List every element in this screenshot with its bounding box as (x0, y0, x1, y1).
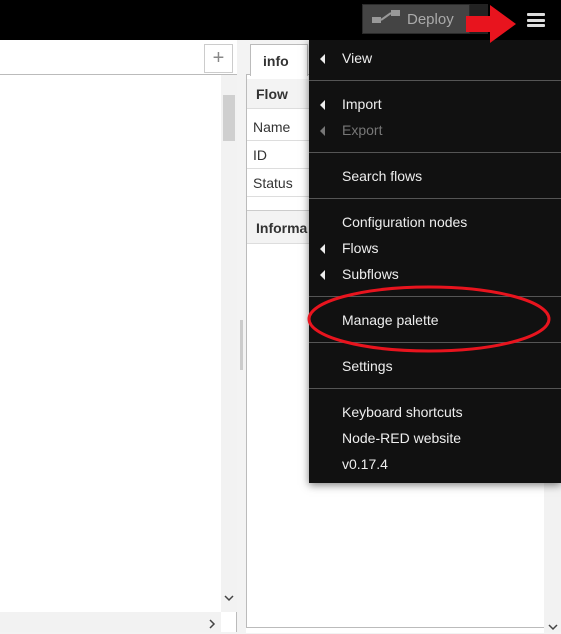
menu-item-version: v0.17.4 (342, 456, 388, 472)
red-ellipse-annotation (307, 285, 551, 353)
splitter-grip[interactable] (240, 320, 243, 370)
deploy-label: Deploy (407, 10, 454, 28)
menu-item-search-flows[interactable]: Search flows (309, 164, 561, 190)
red-arrow-annotation (466, 5, 516, 43)
menu-item-flows[interactable]: Flows (309, 236, 561, 262)
scroll-right-icon[interactable] (208, 616, 216, 632)
sidebar-bottom-bar (246, 627, 544, 633)
menu-item-export: Export (309, 118, 561, 144)
caret-left-icon (320, 244, 325, 254)
caret-left-icon (320, 100, 325, 110)
workspace-vertical-scrollbar[interactable] (221, 75, 237, 612)
deploy-icon (372, 10, 400, 23)
workspace-horizontal-scrollbar[interactable] (0, 612, 221, 632)
menu-item-view[interactable]: View (309, 46, 561, 72)
main-menu-dropdown: View Import Export Search flows Configur… (309, 40, 561, 483)
caret-left-icon (320, 54, 325, 64)
workspace-scroll-thumb[interactable] (223, 95, 235, 141)
caret-left-icon (320, 270, 325, 280)
add-flow-tab-button[interactable]: + (204, 44, 233, 73)
workspace-canvas[interactable] (0, 40, 237, 632)
menu-item-node-red-website[interactable]: Node-RED website (309, 426, 561, 452)
menu-divider (309, 152, 561, 153)
scroll-down-icon[interactable] (224, 593, 234, 605)
menu-divider (309, 388, 561, 389)
menu-item-configuration-nodes[interactable]: Configuration nodes (309, 210, 561, 236)
menu-item-keyboard-shortcuts[interactable]: Keyboard shortcuts (309, 400, 561, 426)
tab-info[interactable]: info (250, 44, 308, 76)
workspace-tab-bar (0, 40, 237, 75)
menu-divider (309, 198, 561, 199)
menu-item-settings[interactable]: Settings (309, 354, 561, 380)
caret-left-icon (320, 126, 325, 136)
menu-divider (309, 80, 561, 81)
menu-item-import[interactable]: Import (309, 92, 561, 118)
hamburger-icon (527, 13, 545, 27)
deploy-button[interactable]: Deploy (362, 4, 470, 34)
